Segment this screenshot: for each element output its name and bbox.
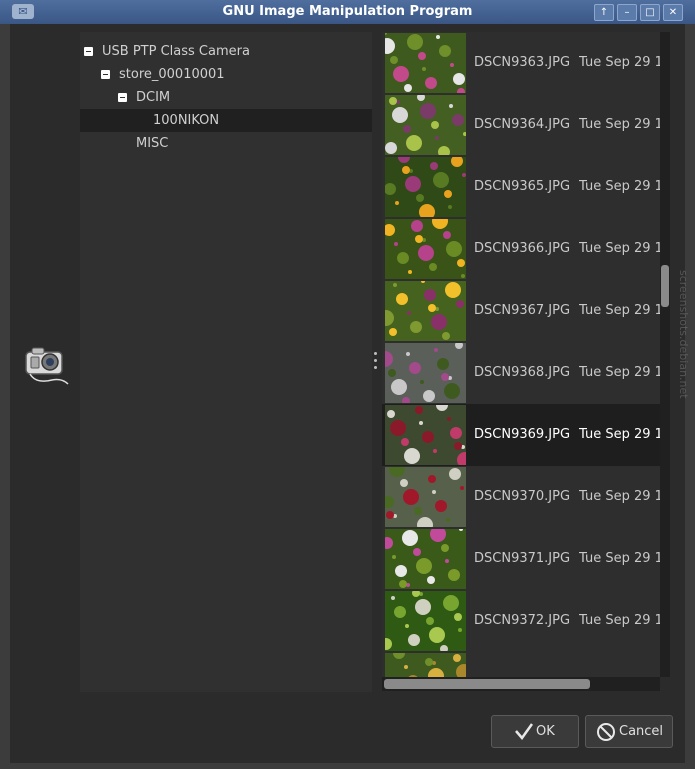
tree-item-label: DCIM [136,90,171,105]
file-date [579,652,660,677]
window-frame-bottom [0,763,695,769]
horizontal-scrollbar[interactable] [382,677,660,691]
folder-tree[interactable]: USB PTP Class Camera store_00010001 DCIM… [80,32,372,692]
file-date: Tue Sep 29 1 [579,117,660,132]
cancel-button-label: Cancel [619,724,664,739]
file-row[interactable]: DSCN9364.JPG Tue Sep 29 1 [382,94,660,156]
collapse-icon[interactable] [101,70,110,79]
ok-button-label: OK [536,724,555,739]
cancel-button[interactable]: Cancel [585,715,673,748]
file-thumbnail[interactable] [385,405,466,465]
minimize-button[interactable]: – [617,4,637,21]
file-date: Tue Sep 29 1 [579,427,660,442]
file-row[interactable]: DSCN9369.JPG Tue Sep 29 1 [382,404,660,466]
file-name: DSCN9363.JPG [474,55,571,70]
file-date: Tue Sep 29 1 [579,613,660,628]
file-date: Tue Sep 29 1 [579,241,660,256]
file-name: DSCN9372.JPG [474,613,571,628]
tree-item-label: USB PTP Class Camera [102,44,250,59]
file-name: DSCN9368.JPG [474,365,571,380]
file-row[interactable]: DSCN9368.JPG Tue Sep 29 1 [382,342,660,404]
vertical-scroll-thumb[interactable] [661,265,669,307]
checkmark-icon [515,723,534,740]
file-row[interactable]: DSCN9370.JPG Tue Sep 29 1 [382,466,660,528]
file-thumbnail[interactable] [385,591,466,651]
window-title: GNU Image Manipulation Program [222,4,473,19]
file-thumbnail[interactable] [385,529,466,589]
file-thumbnail[interactable] [385,343,466,403]
tree-item-100nikon[interactable]: 100NIKON [80,109,372,132]
close-window-button[interactable]: ✕ [663,4,683,21]
camera-import-dialog: USB PTP Class Camera store_00010001 DCIM… [10,24,685,763]
file-thumbnail[interactable] [385,219,466,279]
pane-resize-handle[interactable] [374,352,378,374]
collapse-icon[interactable] [84,47,93,56]
tree-item-dcim[interactable]: DCIM [80,86,372,109]
file-name: DSCN9365.JPG [474,179,571,194]
maximize-button[interactable]: □ [640,4,660,21]
tree-item-usb-camera[interactable]: USB PTP Class Camera [80,40,372,63]
file-row[interactable]: DSCN9372.JPG Tue Sep 29 1 [382,590,660,652]
file-date: Tue Sep 29 1 [579,179,660,194]
title-bar[interactable]: ✉ GNU Image Manipulation Program ↑ – □ ✕ [0,0,695,25]
file-date: Tue Sep 29 1 [579,551,660,566]
vertical-scrollbar[interactable] [660,32,670,677]
file-date: Tue Sep 29 1 [579,55,660,70]
file-name: DSCN9367.JPG [474,303,571,318]
file-row[interactable]: DSCN9367.JPG Tue Sep 29 1 [382,280,660,342]
file-row[interactable] [382,652,660,677]
camera-icon [25,347,69,385]
file-thumbnail[interactable] [385,157,466,217]
horizontal-scroll-thumb[interactable] [384,679,590,689]
tree-item-misc[interactable]: MISC [80,132,372,155]
file-thumbnail[interactable] [385,467,466,527]
file-thumbnail[interactable] [385,95,466,155]
file-name: DSCN9369.JPG [474,427,571,442]
file-date: Tue Sep 29 1 [579,489,660,504]
file-thumbnail[interactable] [385,653,466,677]
file-name: DSCN9370.JPG [474,489,571,504]
file-name: DSCN9371.JPG [474,551,571,566]
tree-item-label: MISC [136,136,169,151]
file-list[interactable]: DSCN9363.JPG Tue Sep 29 1 DSCN9364.JPG Tue … [382,32,660,677]
file-date: Tue Sep 29 1 [579,365,660,380]
file-row[interactable]: DSCN9366.JPG Tue Sep 29 1 [382,218,660,280]
tree-item-store[interactable]: store_00010001 [80,63,372,86]
file-date: Tue Sep 29 1 [579,303,660,318]
file-name: DSCN9366.JPG [474,241,571,256]
collapse-icon[interactable] [118,93,127,102]
file-name: DSCN9364.JPG [474,117,571,132]
file-row[interactable]: DSCN9365.JPG Tue Sep 29 1 [382,156,660,218]
tree-item-label: store_00010001 [119,67,225,82]
file-row[interactable]: DSCN9371.JPG Tue Sep 29 1 [382,528,660,590]
shade-window-button[interactable]: ↑ [594,4,614,21]
ok-button[interactable]: OK [491,715,579,748]
tree-item-label: 100NIKON [153,113,220,128]
window-frame-left [0,24,10,769]
file-thumbnail[interactable] [385,33,466,93]
cancel-icon [597,723,615,741]
watermark: screenshots.debian.net [677,270,690,399]
file-thumbnail[interactable] [385,281,466,341]
file-row[interactable]: DSCN9363.JPG Tue Sep 29 1 [382,32,660,94]
